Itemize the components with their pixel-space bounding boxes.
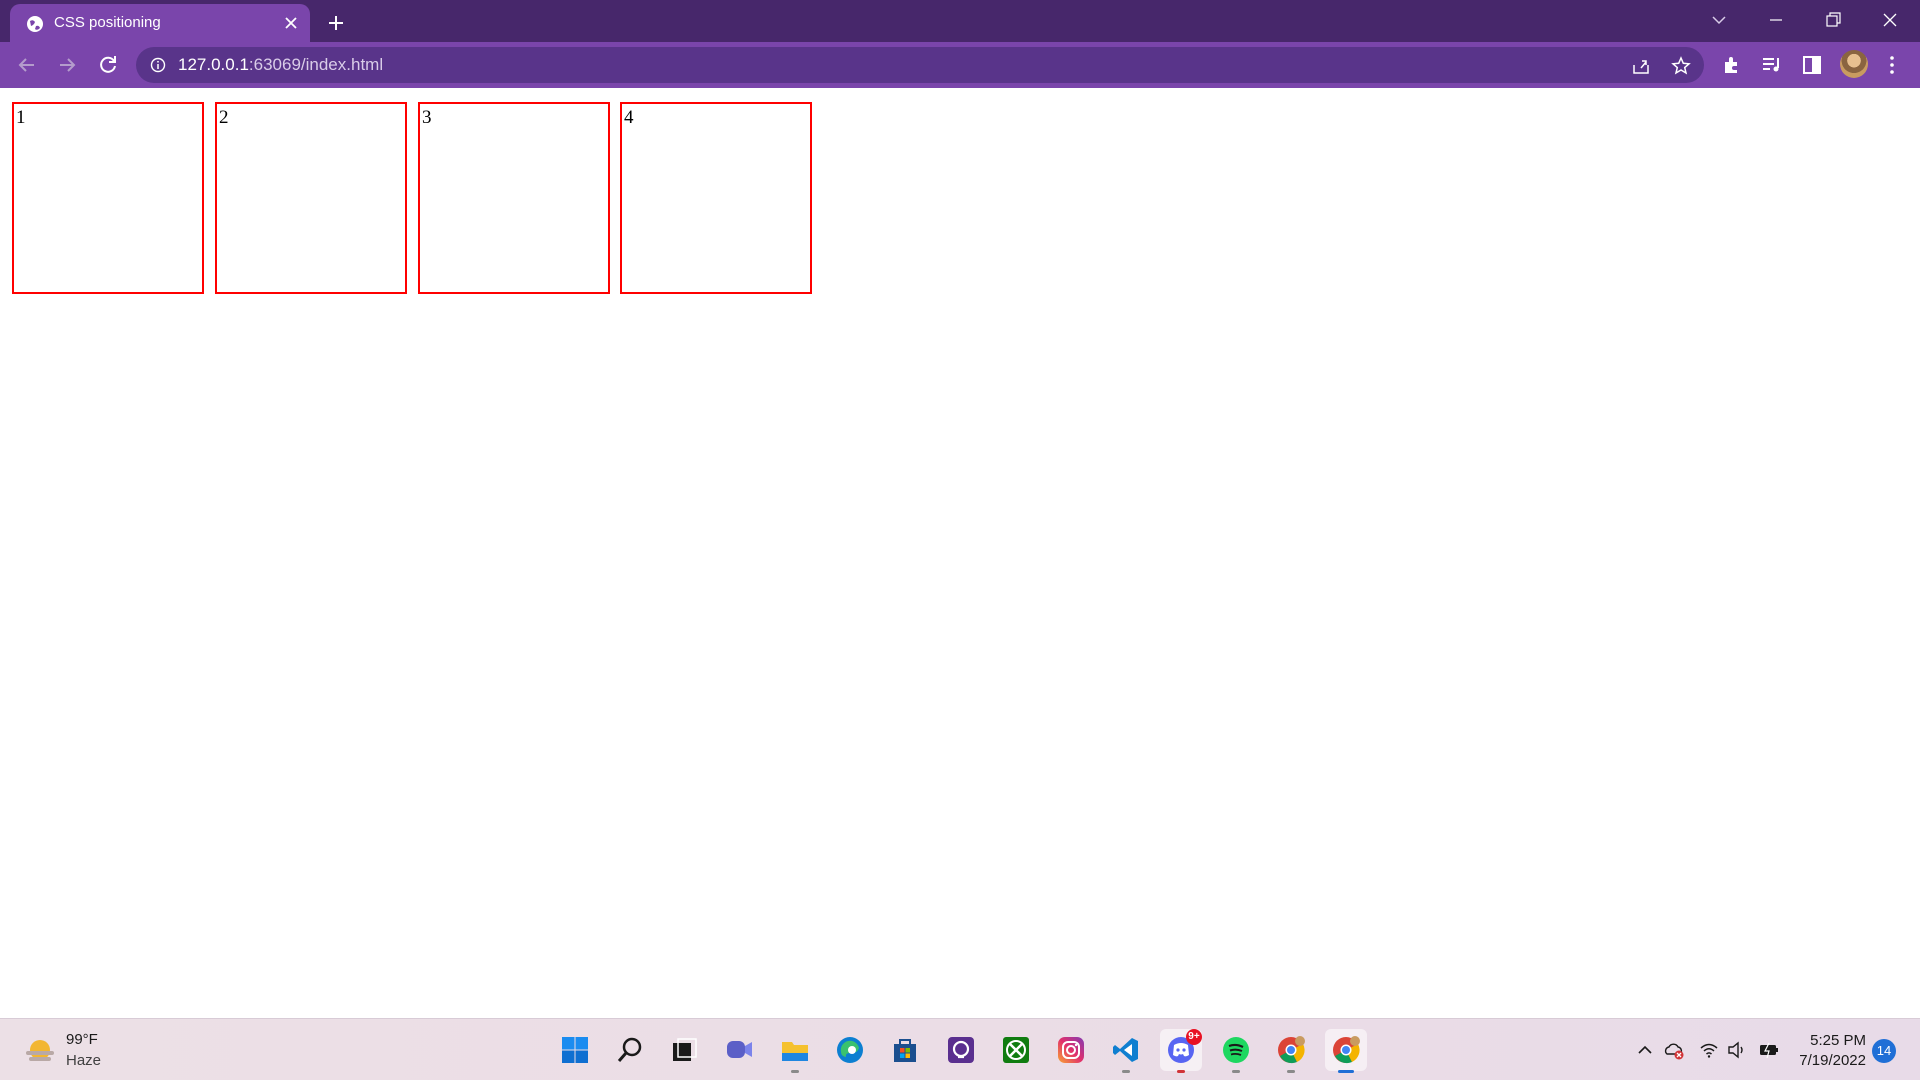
spotify-button[interactable] — [1215, 1029, 1257, 1073]
url-host: 127.0.0.1 — [178, 55, 249, 74]
close-tab-icon[interactable] — [282, 14, 300, 32]
chevron-up-icon[interactable] — [1634, 1039, 1656, 1061]
edge-button[interactable] — [829, 1029, 871, 1071]
address-bar[interactable]: 127.0.0.1:63069/index.html — [136, 47, 1704, 83]
weather-temperature: 99°F — [66, 1031, 98, 1048]
box-1: 1 — [12, 102, 204, 294]
browser-toolbar: 127.0.0.1:63069/index.html — [0, 42, 1920, 88]
chrome-button[interactable] — [1270, 1029, 1312, 1073]
box-label: 1 — [16, 107, 26, 128]
tab-title: CSS positioning — [54, 14, 161, 31]
edge-icon — [837, 1037, 863, 1063]
file-explorer-icon — [782, 1042, 808, 1061]
battery-charging-icon[interactable] — [1758, 1039, 1780, 1061]
notification-count[interactable]: 14 — [1872, 1039, 1896, 1063]
page-viewport: 1 2 3 4 — [0, 88, 1920, 1018]
side-panel-icon[interactable] — [1800, 53, 1824, 77]
discord-badge: 9+ — [1186, 1029, 1202, 1045]
chrome-icon — [1278, 1036, 1305, 1064]
running-indicator — [1287, 1070, 1295, 1073]
minimize-icon[interactable] — [1764, 8, 1788, 32]
task-view-button[interactable] — [663, 1029, 705, 1071]
running-indicator — [1232, 1070, 1240, 1073]
profile-avatar[interactable] — [1840, 50, 1868, 78]
search-button[interactable] — [609, 1029, 651, 1071]
xbox-icon — [1003, 1037, 1029, 1063]
microsoft-store-icon — [894, 1039, 916, 1062]
browser-tab[interactable]: CSS positioning — [10, 4, 310, 42]
box-label: 2 — [219, 107, 229, 128]
media-control-icon[interactable] — [1760, 53, 1784, 77]
box-4: 4 — [620, 102, 812, 294]
back-icon[interactable] — [14, 52, 40, 78]
task-view-icon — [673, 1038, 697, 1061]
chat-button[interactable] — [718, 1029, 760, 1071]
box-label: 3 — [422, 107, 432, 128]
teams-chat-icon — [727, 1041, 752, 1058]
close-window-icon[interactable] — [1878, 8, 1902, 32]
taskbar: 99°F Haze 9+ 5:25 PM 7/19/2022 14 — [0, 1018, 1920, 1080]
spotify-icon — [1223, 1037, 1249, 1063]
clock-date[interactable]: 7/19/2022 — [1799, 1052, 1866, 1069]
weather-condition: Haze — [66, 1052, 102, 1069]
globe-icon — [27, 16, 43, 32]
file-explorer-button[interactable] — [774, 1029, 816, 1073]
running-indicator — [1338, 1070, 1354, 1073]
restore-icon[interactable] — [1821, 8, 1845, 32]
box-3: 3 — [418, 102, 610, 294]
extensions-icon[interactable] — [1720, 53, 1744, 77]
url-path: :63069/index.html — [248, 55, 384, 74]
xbox-button[interactable] — [995, 1029, 1037, 1071]
running-indicator — [791, 1070, 799, 1073]
instagram-icon — [1058, 1037, 1084, 1063]
box-label: 4 — [624, 107, 634, 128]
discord-button[interactable]: 9+ — [1160, 1029, 1202, 1073]
share-icon[interactable] — [1630, 55, 1652, 77]
bookmark-star-icon[interactable] — [1670, 55, 1692, 77]
box-2: 2 — [215, 102, 407, 294]
tab-strip: CSS positioning — [0, 0, 1920, 42]
vpn-button[interactable] — [940, 1029, 982, 1071]
haze-sun-icon — [26, 1040, 54, 1061]
new-tab-icon[interactable] — [324, 11, 348, 35]
running-indicator — [1122, 1070, 1130, 1073]
forward-icon[interactable] — [54, 52, 80, 78]
reload-icon[interactable] — [95, 52, 121, 78]
running-indicator — [1177, 1070, 1185, 1073]
wifi-icon[interactable] — [1698, 1039, 1720, 1061]
tab-search-icon[interactable] — [1707, 8, 1731, 32]
windows-start-icon — [562, 1037, 588, 1063]
volume-icon[interactable] — [1726, 1039, 1748, 1061]
store-button[interactable] — [884, 1029, 926, 1071]
proton-vpn-icon — [948, 1037, 974, 1063]
instagram-button[interactable] — [1050, 1029, 1092, 1071]
chrome-icon — [1333, 1036, 1360, 1064]
chrome-button-active[interactable] — [1325, 1029, 1367, 1073]
vscode-button[interactable] — [1105, 1029, 1147, 1073]
search-icon — [617, 1037, 642, 1062]
url-text[interactable]: 127.0.0.1:63069/index.html — [178, 55, 383, 75]
start-button[interactable] — [554, 1029, 596, 1071]
info-icon[interactable] — [150, 57, 166, 73]
vscode-icon — [1113, 1038, 1138, 1062]
menu-kebab-icon[interactable] — [1880, 53, 1904, 77]
onedrive-error-icon[interactable] — [1663, 1039, 1685, 1061]
clock-time[interactable]: 5:25 PM — [1810, 1032, 1866, 1049]
